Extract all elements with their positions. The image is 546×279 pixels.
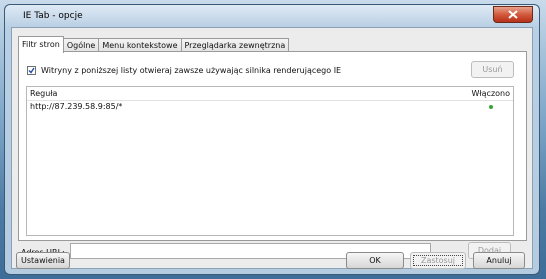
close-icon xyxy=(508,10,518,19)
remove-button[interactable]: Usuń xyxy=(471,61,514,78)
cancel-button[interactable]: Anuluj xyxy=(473,252,525,269)
close-button[interactable] xyxy=(493,6,533,23)
filter-panel: Witryny z poniższej listy otwieraj zawsz… xyxy=(18,51,527,241)
dialog-client-area: Filtr stron Ogólne Menu kontekstowe Prze… xyxy=(11,27,533,269)
dialog-window: IE Tab - opcje Filtr stron Ogólne Menu k… xyxy=(4,4,540,275)
apply-button[interactable]: Zastosuj xyxy=(410,252,466,269)
enabled-indicator-icon[interactable] xyxy=(489,105,493,109)
always-use-ie-checkbox[interactable] xyxy=(27,66,36,75)
title-bar[interactable]: IE Tab - opcje xyxy=(5,5,539,27)
always-use-ie-label: Witryny z poniższej listy otwieraj zawsz… xyxy=(41,66,342,75)
list-header: Reguła Włączono xyxy=(27,87,513,101)
always-use-ie-option[interactable]: Witryny z poniższej listy otwieraj zawsz… xyxy=(27,66,341,75)
rule-url: http://87.239.58.9:85/* xyxy=(30,102,123,111)
rules-list[interactable]: Reguła Włączono http://87.239.58.9:85/* xyxy=(26,86,514,236)
table-row[interactable]: http://87.239.58.9:85/* xyxy=(27,101,513,113)
column-header-enabled[interactable]: Włączono xyxy=(471,89,510,98)
tab-bar: Filtr stron Ogólne Menu kontekstowe Prze… xyxy=(18,36,290,53)
ok-button[interactable]: OK xyxy=(346,252,404,269)
column-header-rule[interactable]: Reguła xyxy=(30,89,57,98)
checkmark-icon xyxy=(28,67,35,74)
window-title: IE Tab - opcje xyxy=(23,11,83,21)
settings-button[interactable]: Ustawienia xyxy=(16,252,70,269)
tab-site-filter[interactable]: Filtr stron xyxy=(18,36,64,53)
